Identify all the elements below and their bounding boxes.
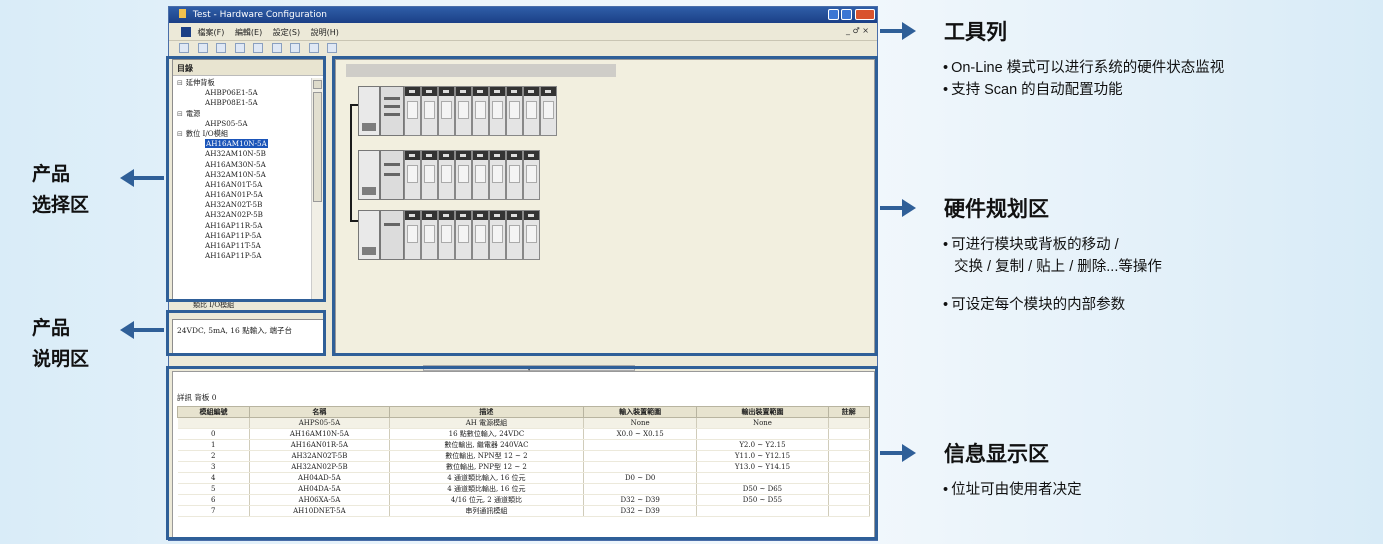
cut-icon[interactable] — [197, 43, 208, 53]
bullet: 可设定每个模块的内部参数 — [943, 294, 1162, 316]
bullet: 支持 Scan 的自动配置功能 — [943, 79, 1224, 101]
frame-hardware — [332, 56, 878, 356]
delete-icon[interactable] — [253, 43, 264, 53]
window-title: Test - Hardware Configuration — [192, 10, 327, 20]
bullet: On-Line 模式可以进行系统的硬件状态监视 — [943, 57, 1224, 79]
bullets-info: 位址可由使用者决定 — [943, 479, 1082, 501]
heading-info: 信息显示区 — [944, 442, 1049, 466]
label-line: 选择区 — [32, 194, 90, 216]
maximize-button[interactable] — [841, 9, 852, 20]
bullets-toolbar: On-Line 模式可以进行系统的硬件状态监视 支持 Scan 的自动配置功能 — [943, 57, 1224, 101]
frame-product-desc — [166, 310, 326, 356]
label-line: 说明区 — [32, 348, 90, 370]
title-bar: Test - Hardware Configuration — [169, 7, 877, 23]
help-icon[interactable] — [327, 43, 338, 53]
new-icon[interactable] — [179, 43, 189, 53]
heading-hardware: 硬件规划区 — [944, 197, 1049, 221]
mdi-controls[interactable]: _ ♂ × — [846, 26, 869, 35]
close-button[interactable] — [855, 9, 875, 20]
bullet-continued: 交换 / 复制 / 贴上 / 删除...等操作 — [954, 259, 1162, 275]
minimize-button[interactable] — [828, 9, 839, 20]
bullet: 可进行模块或背板的移动 / — [943, 234, 1162, 256]
scan-icon[interactable] — [271, 43, 282, 53]
menu-edit[interactable]: 編輯(E) — [235, 28, 262, 37]
doc-icon — [181, 27, 191, 37]
label-line: 产品 — [32, 163, 71, 185]
frame-info — [166, 366, 878, 540]
menu-help[interactable]: 說明(H) — [311, 28, 339, 37]
arrow-toolbar — [880, 22, 916, 40]
arrow-info — [880, 444, 916, 462]
bullets-hardware: 可进行模块或背板的移动 / 交换 / 复制 / 贴上 / 删除...等操作 可设… — [943, 234, 1162, 316]
label-line: 产品 — [32, 317, 71, 339]
copy-icon[interactable] — [216, 43, 227, 53]
label-product-select: 产品 选择区 — [32, 159, 89, 221]
app-icon — [179, 9, 186, 18]
frame-product-select — [166, 56, 326, 302]
label-product-desc: 产品 说明区 — [32, 313, 89, 375]
toolbar — [169, 41, 877, 57]
settings-icon[interactable] — [308, 43, 319, 53]
heading-toolbar: 工具列 — [944, 20, 1007, 44]
menu-file[interactable]: 檔案(F) — [198, 28, 225, 37]
paste-icon[interactable] — [234, 43, 245, 53]
arrow-product-select — [120, 169, 164, 187]
bullet: 位址可由使用者决定 — [943, 479, 1082, 501]
arrow-hardware — [880, 199, 916, 217]
menu-settings[interactable]: 設定(S) — [273, 28, 300, 37]
online-icon[interactable] — [290, 43, 301, 53]
menu-bar: 檔案(F) 編輯(E) 設定(S) 說明(H) _ ♂ × — [169, 23, 877, 41]
arrow-product-desc — [120, 321, 164, 339]
